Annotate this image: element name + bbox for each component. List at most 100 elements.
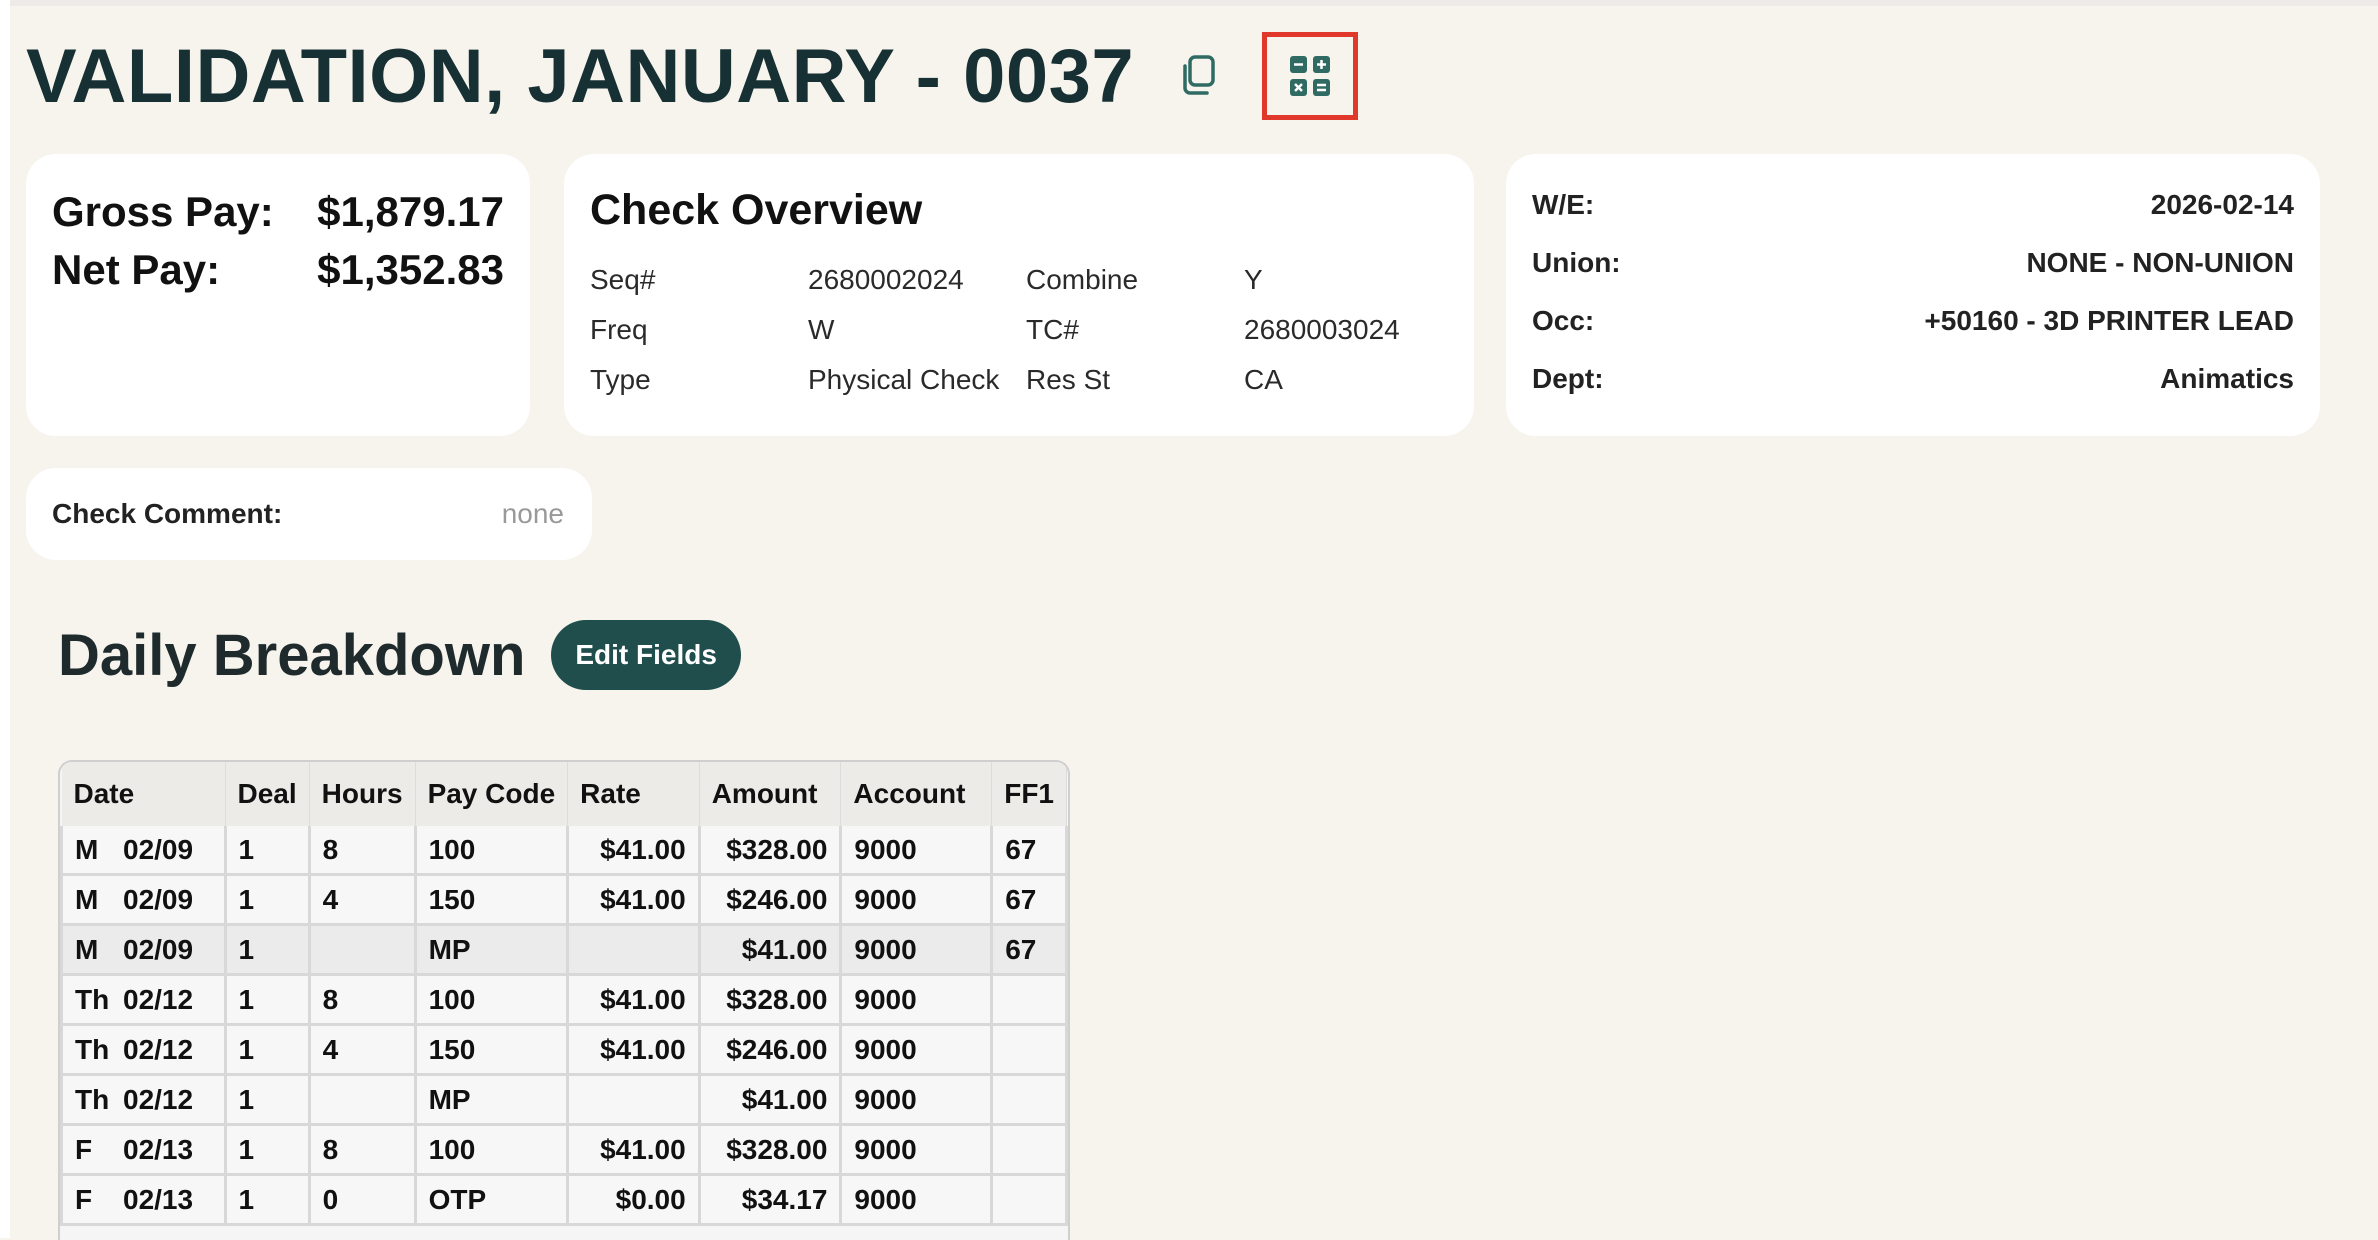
cell-ff1: 67	[990, 826, 1068, 876]
page-title: VALIDATION, JANUARY - 0037	[26, 33, 1135, 119]
cell-rate: $41.00	[566, 826, 701, 876]
cell-date: M 02/09	[60, 924, 227, 976]
cell-day: F	[75, 1133, 93, 1165]
tc-label: TC#	[1026, 314, 1079, 345]
cell-ff1: 67	[990, 874, 1068, 926]
combine-label: Combine	[1026, 264, 1139, 295]
top-edge	[0, 0, 2378, 6]
cell-date-value: 02/13	[123, 1183, 194, 1215]
cell-ff1	[990, 1024, 1068, 1076]
cell-pay-code: 100	[413, 974, 570, 1026]
cell-date: Th 02/12	[60, 1024, 227, 1076]
cell-amount: $246.00	[697, 1024, 843, 1076]
type-label: Type	[590, 364, 651, 395]
cell-hours	[307, 924, 417, 976]
cell-deal: 1	[223, 1174, 311, 1226]
cell-hours: 8	[307, 1124, 417, 1176]
job-info-card: W/E: 2026-02-14 Union: NONE - NON-UNION …	[1506, 154, 2320, 436]
cell-amount: $34.17	[697, 1174, 843, 1226]
calculator-button[interactable]	[1262, 32, 1359, 120]
cell-pay-code: OTP	[413, 1174, 570, 1226]
cell-rate: $41.00	[566, 1124, 701, 1176]
col-date[interactable]: Date	[61, 762, 226, 826]
table-row[interactable]: M 02/09 1 4 150 $41.00 $246.00 9000 67	[60, 874, 1068, 926]
we-row: W/E: 2026-02-14	[1532, 176, 2294, 234]
cell-ff1	[990, 1074, 1068, 1126]
cell-rate: $41.00	[566, 1024, 701, 1076]
cell-day: M	[75, 933, 99, 965]
cell-amount: $328.00	[697, 826, 843, 876]
cell-deal: 1	[223, 974, 311, 1026]
copy-icon	[1183, 55, 1215, 95]
cell-deal: 1	[223, 1124, 311, 1176]
cell-date: F 02/13	[60, 1174, 227, 1226]
cell-deal: 1	[223, 826, 311, 876]
cell-date-value: 02/12	[123, 1033, 194, 1065]
col-deal[interactable]: Deal	[225, 762, 310, 826]
cell-pay-code: MP	[413, 924, 570, 976]
col-rate[interactable]: Rate	[567, 762, 700, 826]
cell-date-value: 02/13	[123, 1133, 194, 1165]
copy-button[interactable]	[1176, 51, 1220, 101]
cell-date: Th 02/12	[60, 1074, 227, 1126]
we-value: 2026-02-14	[2150, 189, 2294, 220]
we-label: W/E:	[1532, 189, 1595, 220]
table-row[interactable]: Th 02/12 1 8 100 $41.00 $328.00 9000	[60, 974, 1068, 1026]
cell-rate: $0.00	[566, 1174, 701, 1226]
table-row[interactable]: F 02/13 1 8 100 $41.00 $328.00 9000	[60, 1124, 1068, 1176]
res-st-value: CA	[1244, 364, 1283, 395]
page-edge	[0, 0, 10, 1238]
daily-breakdown-title: Daily Breakdown	[58, 622, 526, 688]
cell-day: Th	[75, 1083, 110, 1115]
table-body: M 02/09 1 8 100 $41.00 $328.00 9000 67 M 02/09 1 4 15…	[60, 826, 1068, 1226]
cell-amount: $246.00	[697, 874, 843, 926]
cell-hours: 4	[307, 874, 417, 926]
cell-pay-code: 150	[413, 1024, 570, 1076]
freq-value: W	[808, 314, 835, 345]
table-row[interactable]: M 02/09 1 MP $41.00 9000 67	[60, 924, 1068, 976]
cell-day: M	[75, 833, 99, 865]
check-overview-grid: Seq# 2680002024 Combine Y Freq W TC# 268…	[590, 255, 1448, 405]
pay-summary-card: Gross Pay: $1,879.17 Net Pay: $1,352.83	[26, 154, 530, 436]
cell-account: 9000	[839, 974, 994, 1026]
col-amount[interactable]: Amount	[699, 762, 842, 826]
cell-amount: $328.00	[697, 1124, 843, 1176]
cell-rate: $41.00	[566, 874, 701, 926]
tc-value: 2680003024	[1244, 314, 1400, 345]
net-pay-label: Net Pay:	[52, 246, 221, 293]
cell-account: 9000	[839, 1074, 994, 1126]
cell-deal: 1	[223, 1074, 311, 1126]
cell-pay-code: 100	[413, 1124, 570, 1176]
table-row[interactable]: Th 02/12 1 MP $41.00 9000	[60, 1074, 1068, 1126]
dept-value: Animatics	[2160, 363, 2294, 394]
cell-account: 9000	[839, 826, 994, 876]
cell-ff1: 67	[990, 924, 1068, 976]
type-value: Physical Check	[808, 364, 1000, 395]
cell-date-value: 02/09	[123, 933, 194, 965]
daily-breakdown-header: Daily Breakdown Edit Fields	[58, 620, 741, 690]
seq-label: Seq#	[590, 264, 656, 295]
cell-amount: $328.00	[697, 974, 843, 1026]
cell-day: M	[75, 883, 99, 915]
table-row[interactable]: F 02/13 1 0 OTP $0.00 $34.17 9000	[60, 1174, 1068, 1226]
check-comment-label: Check Comment:	[52, 498, 283, 529]
cell-rate	[566, 1074, 701, 1126]
cell-account: 9000	[839, 1124, 994, 1176]
cell-hours	[307, 1074, 417, 1126]
col-account[interactable]: Account	[840, 762, 993, 826]
table-row[interactable]: Th 02/12 1 4 150 $41.00 $246.00 9000	[60, 1024, 1068, 1076]
col-pay-code[interactable]: Pay Code	[415, 762, 569, 826]
cell-deal: 1	[223, 874, 311, 926]
col-hours[interactable]: Hours	[309, 762, 416, 826]
cell-date: M 02/09	[60, 826, 227, 876]
table-row[interactable]: M 02/09 1 8 100 $41.00 $328.00 9000 67	[60, 826, 1068, 876]
cell-hours: 4	[307, 1024, 417, 1076]
title-row: VALIDATION, JANUARY - 0037	[26, 28, 1359, 124]
cell-deal: 1	[223, 1024, 311, 1076]
cell-pay-code: MP	[413, 1074, 570, 1126]
check-overview-card: Check Overview Seq# 2680002024 Combine Y…	[564, 154, 1474, 436]
check-comment-value: none	[501, 498, 564, 529]
col-ff1[interactable]: FF1	[991, 762, 1067, 826]
cell-date: F 02/13	[60, 1124, 227, 1176]
edit-fields-button[interactable]: Edit Fields	[551, 620, 741, 690]
